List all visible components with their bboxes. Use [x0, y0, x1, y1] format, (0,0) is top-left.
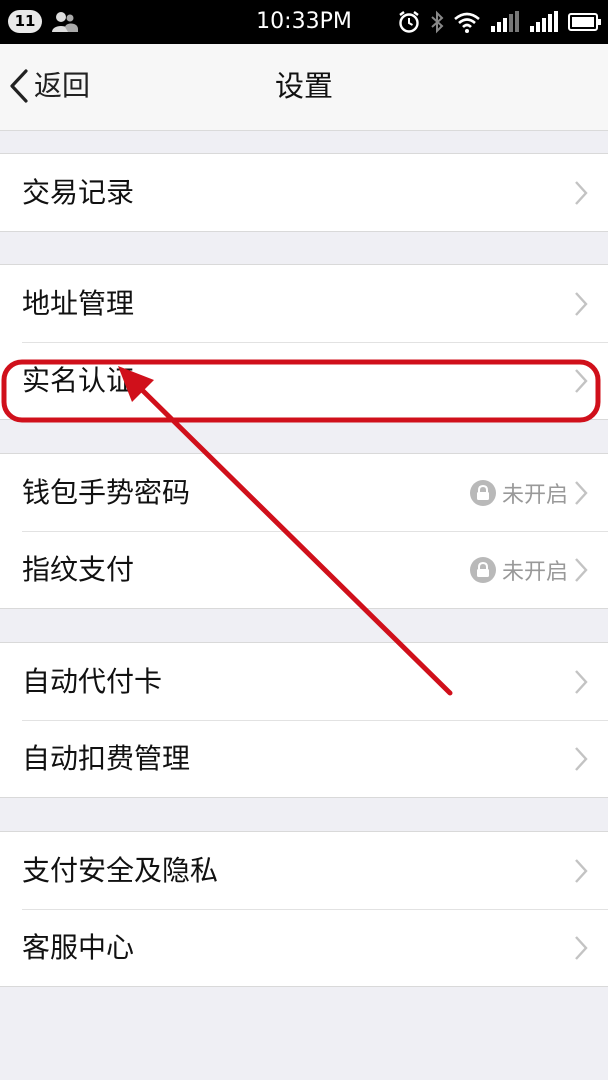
status-icons	[397, 9, 602, 35]
chevron-right-icon	[575, 858, 588, 883]
settings-item-customer-service[interactable]: 客服中心	[0, 909, 608, 986]
settings-item-label: 自动代付卡	[22, 664, 163, 698]
settings-item-auto-deduction[interactable]: 自动扣费管理	[0, 720, 608, 797]
chevron-right-icon	[575, 368, 588, 393]
settings-group-3: 钱包手势密码 未开启 指纹支付 未开启	[0, 453, 608, 609]
chevron-right-icon	[575, 557, 588, 582]
settings-item-label: 自动扣费管理	[22, 741, 191, 775]
alarm-icon	[399, 11, 419, 33]
status-text: 未开启	[501, 559, 568, 585]
bluetooth-icon	[431, 10, 444, 34]
settings-item-gesture-password[interactable]: 钱包手势密码 未开启	[0, 454, 608, 531]
settings-item-label: 指纹支付	[22, 552, 135, 586]
lock-icon	[469, 556, 496, 583]
chevron-right-icon	[575, 291, 588, 316]
status-disabled: 未开启	[469, 477, 568, 509]
settings-item-label: 钱包手势密码	[22, 475, 191, 509]
settings-item-label: 交易记录	[22, 175, 135, 209]
status-bar: 11 10:33PM	[0, 0, 608, 44]
chevron-right-icon	[575, 669, 588, 694]
chevron-right-icon	[575, 935, 588, 960]
lock-icon	[469, 479, 496, 506]
status-text: 未开启	[501, 482, 568, 508]
chevron-right-icon	[575, 746, 588, 771]
settings-group-4: 自动代付卡 自动扣费管理	[0, 642, 608, 798]
status-disabled: 未开启	[469, 554, 568, 586]
settings-group-1: 交易记录	[0, 153, 608, 232]
settings-item-transactions[interactable]: 交易记录	[0, 154, 608, 231]
settings-item-label: 实名认证	[22, 363, 135, 397]
settings-item-fingerprint-pay[interactable]: 指纹支付 未开启	[0, 531, 608, 608]
battery-icon	[568, 13, 601, 31]
settings-item-address[interactable]: 地址管理	[0, 265, 608, 342]
settings-item-security-privacy[interactable]: 支付安全及隐私	[0, 832, 608, 909]
signal-icon-2	[530, 11, 558, 32]
settings-group-2: 地址管理 实名认证	[0, 264, 608, 420]
settings-item-auto-pay-card[interactable]: 自动代付卡	[0, 643, 608, 720]
settings-item-real-name-auth[interactable]: 实名认证	[0, 342, 608, 419]
settings-item-label: 地址管理	[22, 286, 135, 320]
chevron-right-icon	[575, 180, 588, 205]
nav-bar: 返回 设置	[0, 44, 608, 131]
page-title: 设置	[274, 69, 333, 103]
chevron-right-icon	[575, 480, 588, 505]
signal-icon-1	[491, 11, 519, 32]
wifi-icon	[454, 12, 480, 33]
settings-item-label: 客服中心	[22, 930, 135, 964]
settings-group-5: 支付安全及隐私 客服中心	[0, 831, 608, 987]
settings-item-label: 支付安全及隐私	[22, 853, 219, 887]
